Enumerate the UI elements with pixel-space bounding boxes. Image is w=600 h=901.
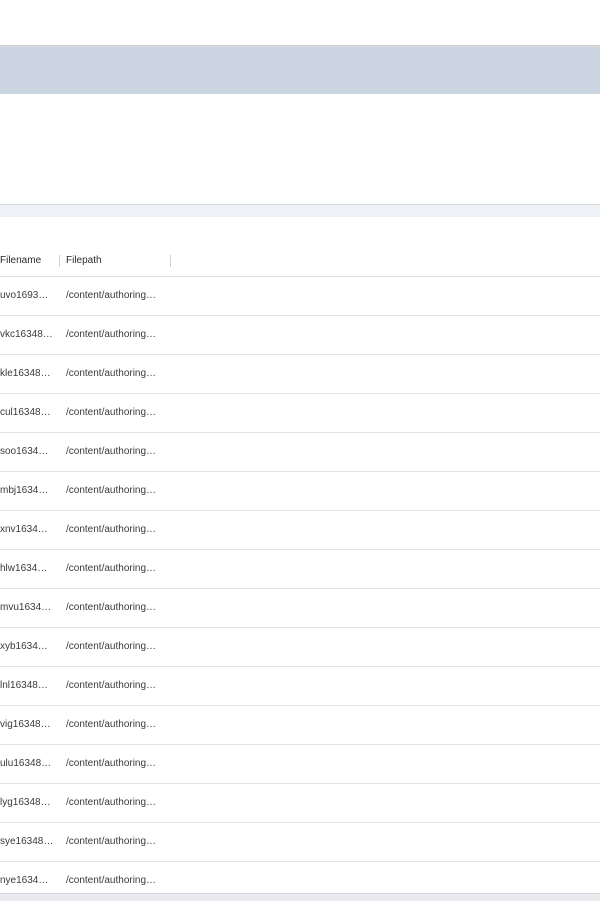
filepath-cell: /content/authoring… xyxy=(66,446,157,457)
filename-cell: lyg16348… xyxy=(0,797,51,808)
table-row[interactable]: lyg16348… /content/authoring… xyxy=(0,784,600,823)
table-row[interactable]: xnv1634… /content/authoring… xyxy=(0,511,600,550)
filename-cell: xnv1634… xyxy=(0,524,48,535)
table-row[interactable]: mbj1634… /content/authoring… xyxy=(0,472,600,511)
filename-cell: hlw1634… xyxy=(0,563,48,574)
column-resize-handle[interactable] xyxy=(59,255,60,267)
filename-cell: nye1634… xyxy=(0,875,49,886)
column-resize-handle[interactable] xyxy=(170,255,171,267)
filename-cell: cul16348… xyxy=(0,407,51,418)
filename-cell: vig16348… xyxy=(0,719,51,730)
filename-cell: xyb1634… xyxy=(0,641,48,652)
filename-cell: ulu16348… xyxy=(0,758,52,769)
filepath-cell: /content/authoring… xyxy=(66,602,157,613)
toolbar-band xyxy=(0,47,600,94)
filter-strip xyxy=(0,204,600,217)
table-row[interactable]: mvu1634… /content/authoring… xyxy=(0,589,600,628)
filepath-cell: /content/authoring… xyxy=(66,758,157,769)
table-row[interactable]: uvo1693… /content/authoring… xyxy=(0,277,600,316)
column-header-filename[interactable]: Filename xyxy=(0,246,58,276)
filepath-cell: /content/authoring… xyxy=(66,641,157,652)
filename-cell: mvu1634… xyxy=(0,602,52,613)
filepath-cell: /content/authoring… xyxy=(66,329,157,340)
table-row[interactable]: kle16348… /content/authoring… xyxy=(0,355,600,394)
top-app-bar xyxy=(0,0,600,46)
results-table: Filename Filepath uvo1693… /content/autho… xyxy=(0,246,600,896)
table-body: uvo1693… /content/authoring… vkc16348… /con… xyxy=(0,277,600,896)
filepath-cell: /content/authoring… xyxy=(66,290,157,301)
table-row[interactable]: nye1634… /content/authoring… xyxy=(0,862,600,896)
table-row[interactable]: lnl16348… /content/authoring… xyxy=(0,667,600,706)
filepath-cell: /content/authoring… xyxy=(66,680,157,691)
filename-cell: soo1634… xyxy=(0,446,49,457)
filename-cell: lnl16348… xyxy=(0,680,48,691)
table-header-row: Filename Filepath xyxy=(0,246,600,277)
table-row[interactable]: hlw1634… /content/authoring… xyxy=(0,550,600,589)
filename-cell: mbj1634… xyxy=(0,485,49,496)
filepath-cell: /content/authoring… xyxy=(66,719,157,730)
filepath-cell: /content/authoring… xyxy=(66,836,157,847)
filepath-cell: /content/authoring… xyxy=(66,407,157,418)
filename-cell: sye16348… xyxy=(0,836,54,847)
filename-cell: uvo1693… xyxy=(0,290,49,301)
filepath-cell: /content/authoring… xyxy=(66,875,157,886)
table-row[interactable]: xyb1634… /content/authoring… xyxy=(0,628,600,667)
filepath-cell: /content/authoring… xyxy=(66,524,157,535)
table-row[interactable]: vig16348… /content/authoring… xyxy=(0,706,600,745)
column-header-filepath[interactable]: Filepath xyxy=(66,246,170,276)
filepath-cell: /content/authoring… xyxy=(66,368,157,379)
table-row[interactable]: soo1634… /content/authoring… xyxy=(0,433,600,472)
table-row[interactable]: cul16348… /content/authoring… xyxy=(0,394,600,433)
table-row[interactable]: sye16348… /content/authoring… xyxy=(0,823,600,862)
table-toolbar xyxy=(0,217,600,247)
filepath-cell: /content/authoring… xyxy=(66,563,157,574)
filename-cell: vkc16348… xyxy=(0,329,53,340)
filepath-cell: /content/authoring… xyxy=(66,485,157,496)
table-row[interactable]: vkc16348… /content/authoring… xyxy=(0,316,600,355)
filepath-cell: /content/authoring… xyxy=(66,797,157,808)
content-header-area xyxy=(0,94,600,204)
filename-cell: kle16348… xyxy=(0,368,51,379)
table-row[interactable]: ulu16348… /content/authoring… xyxy=(0,745,600,784)
